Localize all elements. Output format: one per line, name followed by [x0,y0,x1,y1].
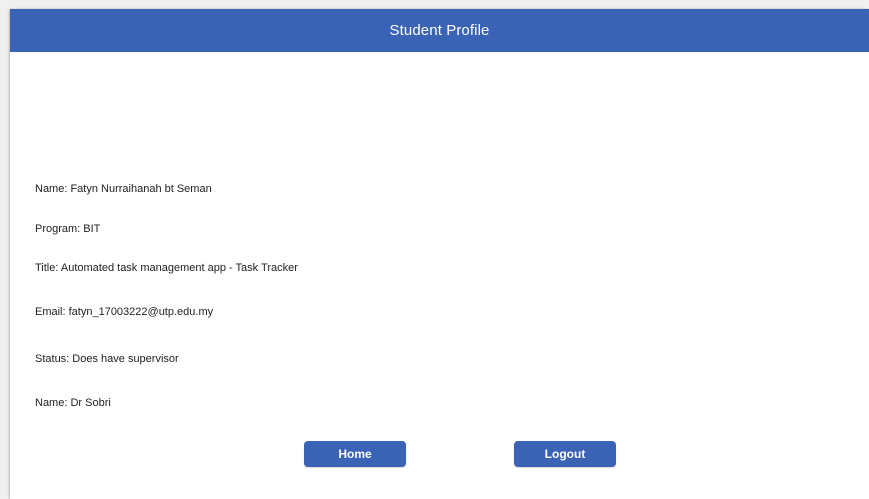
page-title: Student Profile [389,22,490,39]
home-button[interactable]: Home [304,441,406,467]
email-text: Email: fatyn_17003222@utp.edu.my [35,306,214,318]
student-name-text: Name: Fatyn Nurraihanah bt Seman [35,183,212,195]
logout-button[interactable]: Logout [514,441,616,467]
supervisor-status-text: Status: Does have supervisor [35,353,179,365]
header-bar: Student Profile [10,9,869,52]
program-text: Program: BIT [35,223,101,235]
project-title-text: Title: Automated task management app - T… [35,262,298,274]
student-profile-screen: Student Profile Name: Fatyn Nurraihanah … [10,9,869,499]
screen: Student Profile Name: Fatyn Nurraihanah … [0,0,869,499]
supervisor-name-text: Name: Dr Sobri [35,397,111,409]
